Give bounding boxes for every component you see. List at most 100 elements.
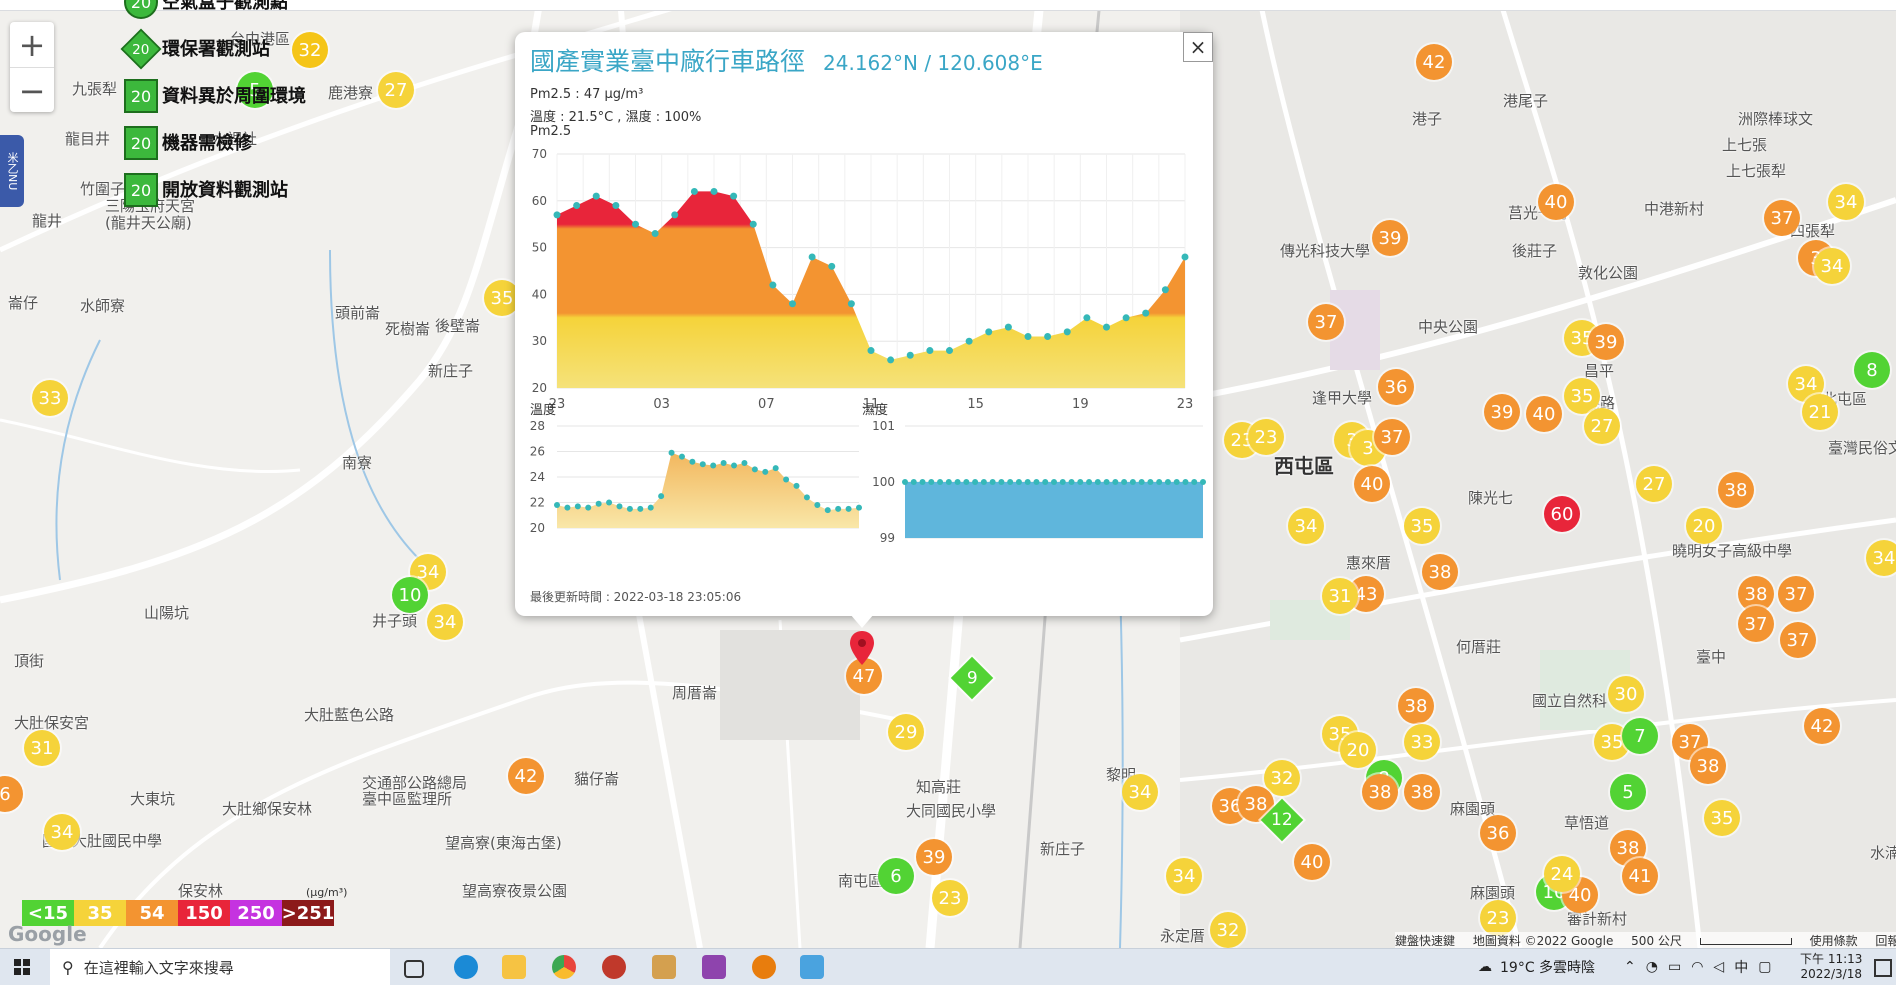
- sensor-marker[interactable]: 34: [427, 604, 463, 640]
- ime-indicator[interactable]: 中: [1734, 957, 1748, 977]
- sensor-marker[interactable]: 39: [1372, 220, 1408, 256]
- app-icon-4[interactable]: [800, 955, 824, 979]
- sensor-marker[interactable]: 40: [1294, 844, 1330, 880]
- sensor-marker[interactable]: 20: [1340, 732, 1376, 768]
- sensor-marker[interactable]: 40: [1538, 184, 1574, 220]
- sensor-marker[interactable]: 42: [1416, 44, 1452, 80]
- sensor-marker[interactable]: 37: [1780, 622, 1816, 658]
- pm25-point: [592, 192, 600, 200]
- sensor-marker[interactable]: 37: [1738, 606, 1774, 642]
- pm25-point: [1083, 314, 1091, 322]
- sensor-marker[interactable]: 5: [1610, 774, 1646, 810]
- sensor-marker[interactable]: 34: [44, 814, 80, 850]
- sensor-marker[interactable]: 39: [916, 839, 952, 875]
- battery-icon[interactable]: ▭: [1668, 959, 1681, 975]
- sensor-marker[interactable]: 23: [932, 880, 968, 916]
- sensor-marker[interactable]: 6: [878, 858, 914, 894]
- sensor-marker[interactable]: 23: [1248, 419, 1284, 455]
- sensor-marker[interactable]: 33: [32, 380, 68, 416]
- sensor-marker[interactable]: 38: [1398, 688, 1434, 724]
- humid-chart: 101 100 99: [872, 419, 1206, 545]
- volume-icon[interactable]: ◁: [1713, 959, 1724, 975]
- sensor-marker[interactable]: 24: [1544, 856, 1580, 892]
- sensor-marker[interactable]: 38: [1422, 554, 1458, 590]
- sensor-marker[interactable]: 60: [1544, 496, 1580, 532]
- sensor-marker[interactable]: 38: [1690, 748, 1726, 784]
- sensor-marker[interactable]: 35: [1404, 508, 1440, 544]
- place-label: 大肚鄉保安林: [222, 800, 313, 818]
- report-link[interactable]: 回報地圖錯誤: [1875, 934, 1896, 948]
- blender-icon[interactable]: [752, 955, 776, 979]
- sensor-marker[interactable]: 32: [1210, 912, 1246, 948]
- sensor-marker[interactable]: 8: [1854, 352, 1890, 388]
- sensor-marker[interactable]: 27: [378, 72, 414, 108]
- legend-icon-value: 20: [130, 86, 152, 106]
- edge-icon[interactable]: [454, 955, 478, 979]
- chrome-icon[interactable]: [552, 955, 576, 979]
- sensor-marker[interactable]: 10: [392, 577, 428, 613]
- app-icon-3[interactable]: [702, 955, 726, 979]
- weather-widget[interactable]: ☁ 19°C 多雲時陰: [1478, 949, 1595, 985]
- sensor-marker[interactable]: 29: [888, 714, 924, 750]
- sensor-marker[interactable]: 34: [1814, 248, 1850, 284]
- app-icon-2[interactable]: [652, 955, 676, 979]
- side-menu-tab[interactable]: 米乙NU: [0, 135, 24, 207]
- sensor-marker[interactable]: 37: [1764, 200, 1800, 236]
- sensor-marker[interactable]: 27: [1636, 466, 1672, 502]
- sensor-marker[interactable]: 38: [1718, 472, 1754, 508]
- sensor-marker[interactable]: 42: [508, 758, 544, 794]
- sensor-marker[interactable]: 38: [1404, 774, 1440, 810]
- sensor-marker[interactable]: 21: [1802, 394, 1838, 430]
- sensor-marker[interactable]: 7: [1622, 718, 1658, 754]
- close-icon[interactable]: ×: [1183, 32, 1213, 62]
- location-pin[interactable]: [850, 631, 874, 665]
- sensor-marker[interactable]: 39: [1588, 324, 1624, 360]
- sensor-marker[interactable]: 35: [1704, 800, 1740, 836]
- y-tick-label: 70: [532, 147, 547, 161]
- pm25-chart-label: Pm2.5: [530, 124, 572, 139]
- sensor-marker[interactable]: 32: [292, 32, 328, 68]
- network-icon[interactable]: ◔: [1646, 959, 1658, 975]
- start-icon[interactable]: [14, 959, 30, 975]
- sensor-marker[interactable]: 33: [1404, 724, 1440, 760]
- sensor-marker[interactable]: 20: [1686, 508, 1722, 544]
- sensor-marker[interactable]: 39: [1484, 394, 1520, 430]
- sensor-marker[interactable]: 27: [1584, 408, 1620, 444]
- notification-icon[interactable]: [1874, 959, 1892, 977]
- sensor-marker[interactable]: 34: [1166, 858, 1202, 894]
- keyboard-shortcuts-link[interactable]: 鍵盤快速鍵: [1395, 934, 1455, 948]
- map-canvas[interactable]: 台中港區鹿港寮九張犁龍目井水裡社竹圍子三陽玉府天宮(龍井天公廟)龍井水師寮崙仔頭…: [0, 0, 1896, 948]
- sensor-marker[interactable]: 40: [1526, 396, 1562, 432]
- terms-link[interactable]: 使用條款: [1810, 934, 1858, 948]
- zoom-in-button[interactable]: +: [10, 22, 54, 68]
- sensor-marker[interactable]: 38: [1362, 774, 1398, 810]
- tray-expand-icon[interactable]: ⌃: [1624, 959, 1636, 975]
- legend-triangle-icon: 20: [124, 126, 158, 160]
- sensor-marker[interactable]: 40: [1354, 466, 1390, 502]
- sensor-marker[interactable]: 34: [1828, 184, 1864, 220]
- sensor-marker[interactable]: 37: [1374, 419, 1410, 455]
- sensor-marker[interactable]: 36: [1480, 815, 1516, 851]
- sensor-marker[interactable]: 23: [1480, 900, 1516, 936]
- sensor-marker[interactable]: 41: [1622, 858, 1658, 894]
- sensor-marker[interactable]: 37: [1308, 304, 1344, 340]
- sensor-marker[interactable]: 32: [1264, 760, 1300, 796]
- sensor-marker[interactable]: 36: [1378, 369, 1414, 405]
- taskbar-search[interactable]: ⚲ 在這裡輸入文字來搜尋: [50, 949, 390, 985]
- calendar-icon[interactable]: ▢: [1758, 959, 1771, 975]
- sensor-marker[interactable]: 42: [1804, 708, 1840, 744]
- clock[interactable]: 下午 11:13 2022/3/18: [1800, 949, 1862, 985]
- sensor-marker[interactable]: 31: [24, 730, 60, 766]
- app-icon-1[interactable]: [602, 955, 626, 979]
- sensor-marker[interactable]: 37: [1778, 576, 1814, 612]
- sensor-marker[interactable]: 34: [1866, 540, 1896, 576]
- sensor-marker[interactable]: 31: [1322, 578, 1358, 614]
- sensor-marker[interactable]: 34: [1288, 508, 1324, 544]
- place-label: 貓仔崙: [574, 770, 620, 788]
- sensor-marker[interactable]: 30: [1608, 676, 1644, 712]
- file-explorer-icon[interactable]: [502, 955, 526, 979]
- sensor-marker[interactable]: 34: [1122, 774, 1158, 810]
- zoom-out-button[interactable]: −: [10, 68, 54, 113]
- task-view-icon[interactable]: [404, 960, 424, 978]
- wifi-icon[interactable]: ◠: [1691, 959, 1703, 975]
